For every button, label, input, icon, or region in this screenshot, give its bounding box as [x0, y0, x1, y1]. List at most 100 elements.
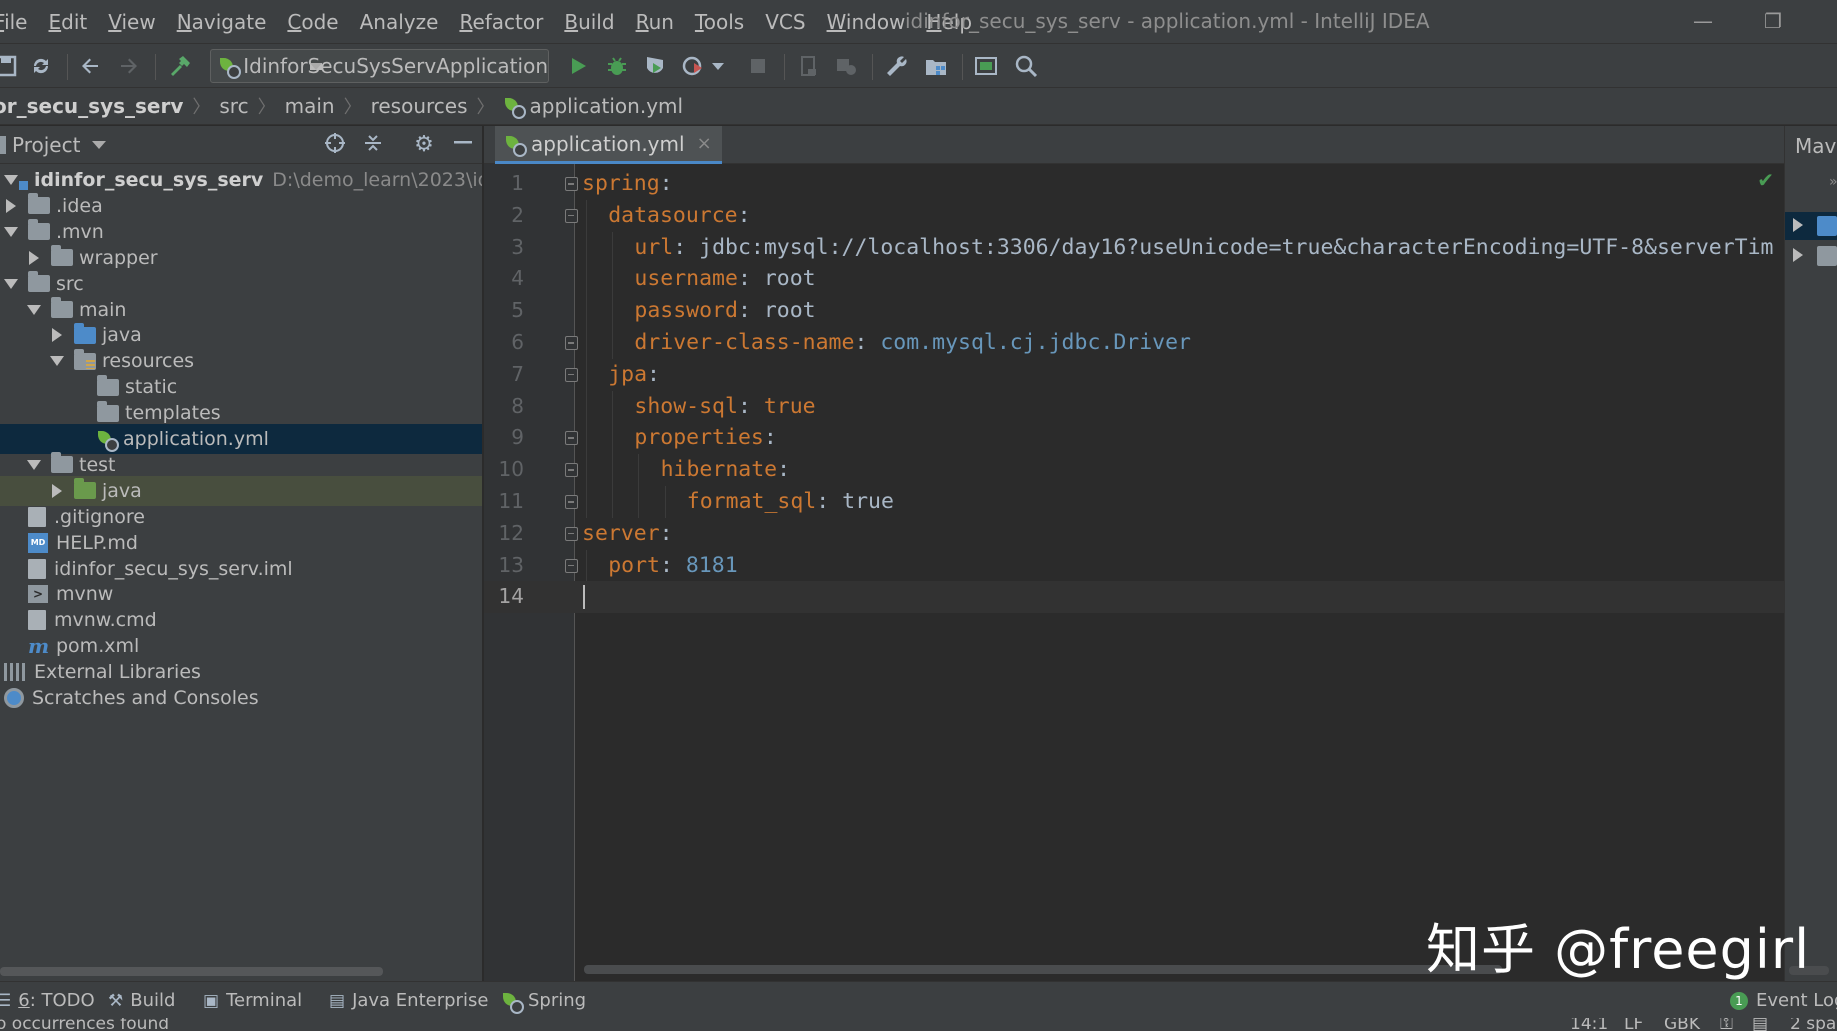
event-log-tab[interactable]: 1 Event Log: [1730, 990, 1837, 1011]
chevron-down-icon[interactable]: [4, 278, 18, 289]
menu-run[interactable]: Run: [636, 10, 674, 34]
line-separator[interactable]: LF: [1624, 1018, 1643, 1031]
code-line[interactable]: 12 server:: [484, 518, 1784, 550]
code-line[interactable]: 11 format_sql: true: [484, 486, 1784, 518]
fold-marker-icon[interactable]: [565, 336, 578, 350]
fold-marker-icon[interactable]: [565, 208, 578, 223]
project-horizontal-scrollbar[interactable]: [0, 967, 383, 976]
breadcrumb-main[interactable]: main: [285, 94, 335, 118]
restore-button[interactable]: ❐: [1753, 6, 1793, 36]
fold-marker-icon[interactable]: [565, 463, 578, 478]
line-number[interactable]: 9: [484, 422, 524, 454]
chevron-down-icon[interactable]: [27, 459, 41, 470]
lock-icon[interactable]: ⚿: [1720, 1018, 1733, 1031]
chevron-down-icon[interactable]: [4, 226, 18, 237]
fold-marker-icon[interactable]: [565, 431, 578, 446]
chevron-right-icon[interactable]: [6, 198, 16, 213]
code-line[interactable]: 14: [484, 581, 1784, 614]
line-number[interactable]: 5: [484, 295, 524, 327]
close-icon[interactable]: ×: [697, 133, 712, 154]
editor-horizontal-scrollbar[interactable]: [584, 965, 1502, 974]
stop-icon[interactable]: [744, 52, 772, 80]
coverage-icon[interactable]: [641, 52, 669, 80]
gear-icon[interactable]: ⚙: [411, 132, 437, 158]
code-line[interactable]: 3 url: jdbc:mysql://localhost:3306/day16?…: [484, 231, 1784, 264]
profile-dropdown-icon[interactable]: [710, 52, 726, 80]
indent-setting[interactable]: 2 spa: [1790, 1018, 1836, 1031]
menu-file[interactable]: File: [0, 10, 27, 34]
menu-window[interactable]: Window: [827, 10, 906, 34]
code-line[interactable]: 5 password: root: [484, 295, 1784, 327]
hide-panel-icon[interactable]: [450, 132, 476, 158]
project-structure-icon[interactable]: [922, 52, 950, 80]
fold-marker-icon[interactable]: [565, 367, 578, 382]
presentation-icon[interactable]: [972, 52, 1000, 80]
java-enterprise-tab[interactable]: ▤ Java Enterprise: [329, 990, 488, 1011]
code-line[interactable]: 4 username: root: [484, 263, 1784, 296]
line-number[interactable]: 12: [484, 518, 524, 550]
save-icon[interactable]: [0, 52, 20, 80]
terminal-tab[interactable]: ▣ Terminal: [203, 990, 302, 1011]
menu-view[interactable]: View: [108, 10, 155, 34]
file-encoding[interactable]: GBK: [1664, 1018, 1700, 1031]
line-number[interactable]: 11: [484, 486, 524, 518]
maven-project-row[interactable]: [1785, 212, 1837, 240]
code-line[interactable]: 2 datasource:: [484, 199, 1784, 232]
code-line[interactable]: 7 jpa:: [484, 358, 1784, 391]
menu-analyze[interactable]: Analyze: [360, 10, 439, 34]
fold-marker-icon[interactable]: [565, 177, 578, 191]
line-number[interactable]: 4: [484, 263, 524, 295]
breadcrumb-src[interactable]: src: [219, 94, 248, 118]
run-configuration-dropdown[interactable]: IdinforSecuSysServApplication: [210, 49, 549, 83]
line-number[interactable]: 10: [484, 454, 524, 486]
breadcrumb-resources[interactable]: resources: [371, 94, 468, 118]
spring-tab[interactable]: Spring: [502, 990, 586, 1014]
build-hammer-icon[interactable]: [166, 52, 194, 80]
sdk-icon[interactable]: [832, 52, 860, 80]
chevron-right-icon[interactable]: [29, 250, 39, 265]
line-number[interactable]: 6: [484, 327, 524, 359]
sync-icon[interactable]: [27, 52, 55, 80]
chevron-down-icon[interactable]: [4, 175, 18, 185]
profile-icon[interactable]: [680, 52, 708, 80]
code-line[interactable]: 9 properties:: [484, 422, 1784, 455]
chevron-down-icon[interactable]: [92, 140, 107, 149]
back-icon[interactable]: [76, 52, 104, 80]
todo-tab[interactable]: ☰ 6: TODO: [0, 990, 95, 1011]
menu-edit[interactable]: Edit: [48, 10, 87, 34]
forward-icon[interactable]: [115, 52, 143, 80]
maven-title[interactable]: Mave: [1795, 134, 1837, 158]
code-line[interactable]: 8 show-sql: true: [484, 390, 1784, 423]
chevron-down-icon[interactable]: [27, 304, 41, 315]
menu-build[interactable]: Build: [564, 10, 614, 34]
breadcrumb-project[interactable]: or_secu_sys_serv: [0, 94, 183, 118]
expand-icon[interactable]: »: [1829, 174, 1837, 190]
menu-tools[interactable]: Tools: [695, 10, 744, 34]
line-number[interactable]: 2: [484, 200, 524, 232]
settings-wrench-icon[interactable]: [882, 52, 910, 80]
build-tab[interactable]: ⚒ Build: [108, 990, 175, 1011]
caret-position[interactable]: 14:1: [1570, 1018, 1608, 1031]
code-line[interactable]: 10 hibernate:: [484, 454, 1784, 486]
menu-navigate[interactable]: Navigate: [177, 10, 267, 34]
menu-refactor[interactable]: Refactor: [459, 10, 543, 34]
locate-icon[interactable]: [322, 132, 348, 158]
chevron-down-icon[interactable]: [50, 356, 64, 367]
line-number[interactable]: 1: [484, 168, 524, 200]
tree-item[interactable]: Scratches and Consoles: [0, 683, 482, 713]
fold-marker-icon[interactable]: [565, 495, 578, 509]
code-line[interactable]: 1 spring:: [484, 168, 1784, 200]
debug-icon[interactable]: [603, 52, 631, 80]
git-icon[interactable]: ▤: [1752, 1018, 1768, 1031]
chevron-right-icon[interactable]: [52, 328, 62, 343]
line-number[interactable]: 13: [484, 550, 524, 582]
code-line[interactable]: 13 port: 8181: [484, 549, 1784, 582]
code-line[interactable]: 6 driver-class-name: com.mysql.cj.jdbc.Dr…: [484, 327, 1784, 359]
menu-code[interactable]: Code: [287, 10, 338, 34]
menu-vcs[interactable]: VCS: [765, 10, 805, 34]
line-number[interactable]: 8: [484, 391, 524, 423]
fold-marker-icon[interactable]: [565, 558, 578, 573]
line-number[interactable]: 7: [484, 359, 524, 391]
collapse-all-icon[interactable]: [360, 132, 386, 158]
line-number[interactable]: 3: [484, 232, 524, 264]
